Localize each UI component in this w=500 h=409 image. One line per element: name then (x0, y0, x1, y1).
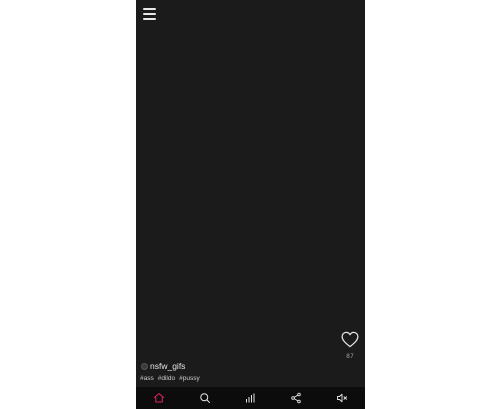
share-icon (291, 392, 302, 404)
nav-search[interactable] (196, 389, 214, 407)
nav-stats[interactable] (241, 389, 259, 407)
tag-item[interactable]: #ass (140, 375, 154, 382)
nav-home[interactable] (150, 389, 168, 407)
like-panel: 87 (341, 331, 359, 360)
tag-item[interactable]: #pussy (179, 375, 200, 382)
like-count: 87 (346, 353, 354, 360)
chart-icon (246, 393, 255, 403)
heart-icon[interactable] (341, 331, 359, 348)
bottom-nav (136, 387, 365, 409)
video-feed-screen[interactable]: 87 nsfw_gifs #ass #dildo #pussy (136, 0, 365, 409)
tag-item[interactable]: #dildo (158, 375, 175, 382)
author[interactable]: nsfw_gifs (141, 361, 185, 371)
volume-mute-icon (337, 393, 348, 403)
page: 87 nsfw_gifs #ass #dildo #pussy (0, 0, 500, 409)
search-icon (199, 393, 210, 403)
hamburger-menu-icon[interactable] (143, 8, 157, 21)
nav-share[interactable] (287, 389, 305, 407)
home-icon (153, 393, 164, 403)
avatar (141, 362, 148, 370)
author-name[interactable]: nsfw_gifs (150, 361, 185, 371)
tag-list: #ass #dildo #pussy (140, 375, 200, 382)
nav-volume[interactable] (333, 389, 351, 407)
